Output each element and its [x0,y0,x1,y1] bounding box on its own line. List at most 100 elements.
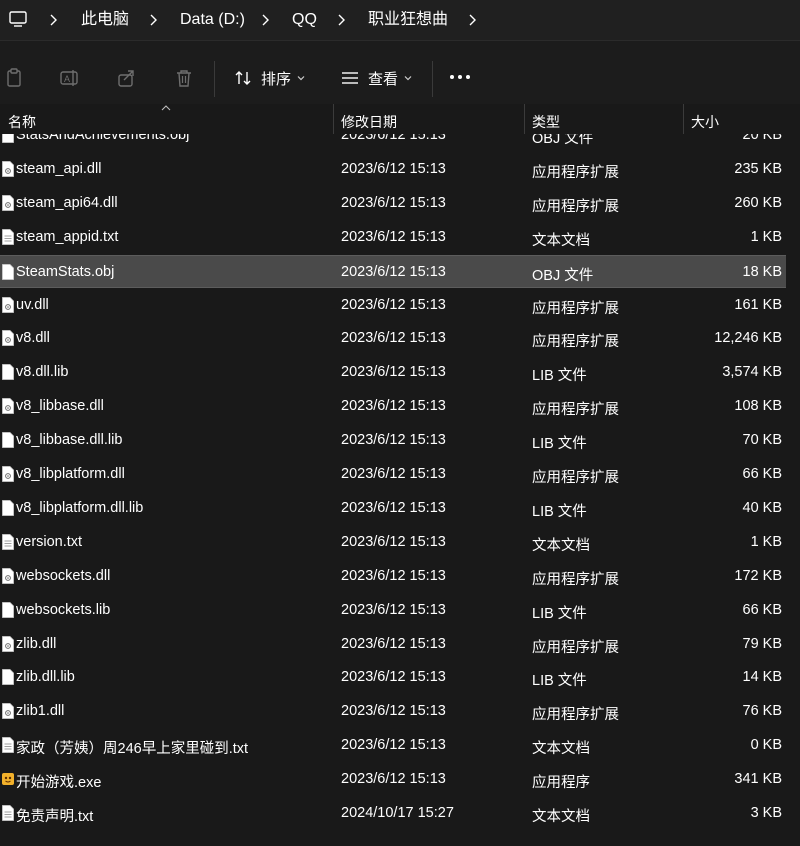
file-modified-date: 2023/6/12 15:13 [341,296,446,313]
breadcrumb-this-pc[interactable]: 此电脑 [81,10,129,30]
file-size: 14 KB [742,669,783,686]
dll-file-icon [2,296,14,313]
file-icon [2,263,14,280]
computer-icon[interactable] [8,9,28,29]
more-options-icon[interactable] [450,75,470,79]
toolbar-divider [432,61,433,97]
file-size: 1 KB [750,228,782,245]
file-size: 76 KB [742,703,783,720]
file-row[interactable]: StatsAndAchievements.obj 2023/6/12 15:13 O… [0,134,786,152]
file-size: 161 KB [734,296,782,313]
column-header-type[interactable]: 类型 [532,112,560,132]
file-type: 应用程序扩展 [532,639,619,656]
paste-icon[interactable] [4,67,26,89]
file-type: 应用程序扩展 [532,164,619,181]
dll-file-icon [2,330,14,347]
file-row[interactable]: SteamStats.obj 2023/6/12 15:13 OBJ 文件 18 KB [0,254,786,288]
file-type: LIB 文件 [532,436,587,453]
file-row[interactable]: v8.dll 2023/6/12 15:13 应用程序扩展 12,246 KB [0,322,786,355]
dll-file-icon [2,194,14,211]
file-name: uv.dll [16,296,49,313]
file-modified-date: 2023/6/12 15:13 [341,364,446,381]
column-divider[interactable] [333,104,334,134]
file-type: LIB 文件 [532,605,587,622]
file-size: 172 KB [734,567,782,584]
file-row[interactable]: 免责声明.txt 2024/10/17 15:27 文本文档 3 KB [0,797,786,830]
file-type: 应用程序扩展 [532,198,619,215]
file-icon [2,601,14,618]
file-row[interactable]: 开始游戏.exe 2023/6/12 15:13 应用程序 341 KB [0,763,786,796]
file-modified-date: 2023/6/12 15:13 [341,737,446,754]
file-row[interactable]: version.txt 2023/6/12 15:13 文本文档 1 KB [0,526,786,559]
file-row[interactable]: steam_api.dll 2023/6/12 15:13 应用程序扩展 235 KB [0,153,786,186]
file-size: 0 KB [750,737,782,754]
file-type: 文本文档 [532,537,590,554]
file-size: 260 KB [734,194,782,211]
column-divider[interactable] [683,104,684,134]
column-header-date[interactable]: 修改日期 [341,112,397,132]
file-name: version.txt [16,533,83,550]
chevron-right-icon[interactable] [148,13,158,27]
file-row[interactable]: 家政（芳姨）周246早上家里碰到.txt 2023/6/12 15:13 文本文档 0… [0,729,786,762]
file-type: 文本文档 [532,741,590,758]
chevron-right-icon[interactable] [336,13,346,27]
breadcrumb-drive[interactable]: Data (D:) [180,10,245,30]
breadcrumb-qq[interactable]: QQ [292,10,317,30]
file-name: v8_libbase.dll [16,398,104,415]
svg-text:A: A [64,74,70,84]
chevron-right-icon[interactable] [467,13,477,27]
delete-icon[interactable] [173,67,195,89]
file-size: 18 KB [742,263,783,280]
chevron-right-icon[interactable] [48,13,58,27]
file-type: 应用程序扩展 [532,470,619,486]
file-row[interactable]: websockets.lib 2023/6/12 15:13 LIB 文件 66 KB [0,594,786,627]
share-icon[interactable] [116,67,138,89]
file-type: 应用程序 [532,775,590,792]
file-modified-date: 2023/6/12 15:13 [341,703,446,720]
file-type: 应用程序扩展 [532,571,619,588]
file-row[interactable]: websockets.dll 2023/6/12 15:13 应用程序扩展 172 K… [0,560,786,593]
file-type: OBJ 文件 [532,134,594,147]
file-modified-date: 2023/6/12 15:13 [341,160,446,177]
sort-label: 排序 [261,70,292,88]
sort-icon [235,71,251,85]
breadcrumb-current-folder[interactable]: 职业狂想曲 [368,10,448,30]
view-list-icon [342,72,358,84]
file-row[interactable]: steam_api64.dll 2023/6/12 15:13 应用程序扩展 260 … [0,187,786,220]
game-exe-icon [2,773,14,786]
file-icon [2,499,14,516]
file-row[interactable]: v8_libbase.dll 2023/6/12 15:13 应用程序扩展 108 K… [0,390,786,423]
file-row[interactable]: zlib1.dll 2023/6/12 15:13 应用程序扩展 76 KB [0,695,786,728]
text-file-icon [2,228,14,245]
file-size: 66 KB [742,466,783,482]
file-row[interactable]: v8.dll.lib 2023/6/12 15:13 LIB 文件 3,574 KB [0,356,786,389]
file-modified-date: 2023/6/12 15:13 [341,194,446,211]
text-file-icon [2,533,14,550]
sort-button[interactable]: 排序 [233,63,305,93]
file-name: v8_libbase.dll.lib [16,432,123,449]
file-name: v8_libplatform.dll.lib [16,499,144,516]
file-row[interactable]: steam_appid.txt 2023/6/12 15:13 文本文档 1 KB [0,221,786,254]
column-header-name[interactable]: 名称 [8,112,36,132]
file-modified-date: 2023/6/12 15:13 [341,601,446,618]
column-header-row: 名称 修改日期 类型 大小 [0,104,800,134]
file-modified-date: 2023/6/12 15:13 [341,134,446,143]
file-row[interactable]: v8_libbase.dll.lib 2023/6/12 15:13 LIB 文件 7… [0,424,786,457]
file-size: 341 KB [734,771,782,788]
file-row[interactable]: v8_libplatform.dll.lib 2023/6/12 15:13 LIB… [0,492,786,525]
file-name: zlib.dll [16,635,57,652]
dll-file-icon [2,635,14,652]
file-row[interactable]: uv.dll 2023/6/12 15:13 应用程序扩展 161 KB [0,289,786,322]
file-row[interactable]: v8_libplatform.dll 2023/6/12 15:13 应用程序扩展 6… [0,458,786,491]
rename-icon[interactable]: A [59,67,81,89]
file-row[interactable]: zlib.dll.lib 2023/6/12 15:13 LIB 文件 14 KB [0,661,786,694]
file-modified-date: 2023/6/12 15:13 [341,398,446,415]
column-header-size[interactable]: 大小 [691,112,719,132]
file-type: 文本文档 [532,809,590,825]
sort-ascending-icon [161,105,171,111]
chevron-right-icon[interactable] [260,13,270,27]
column-divider[interactable] [524,104,525,134]
view-button[interactable]: 查看 [340,63,412,93]
file-row[interactable]: zlib.dll 2023/6/12 15:13 应用程序扩展 79 KB [0,628,786,661]
file-name: zlib.dll.lib [16,669,75,686]
